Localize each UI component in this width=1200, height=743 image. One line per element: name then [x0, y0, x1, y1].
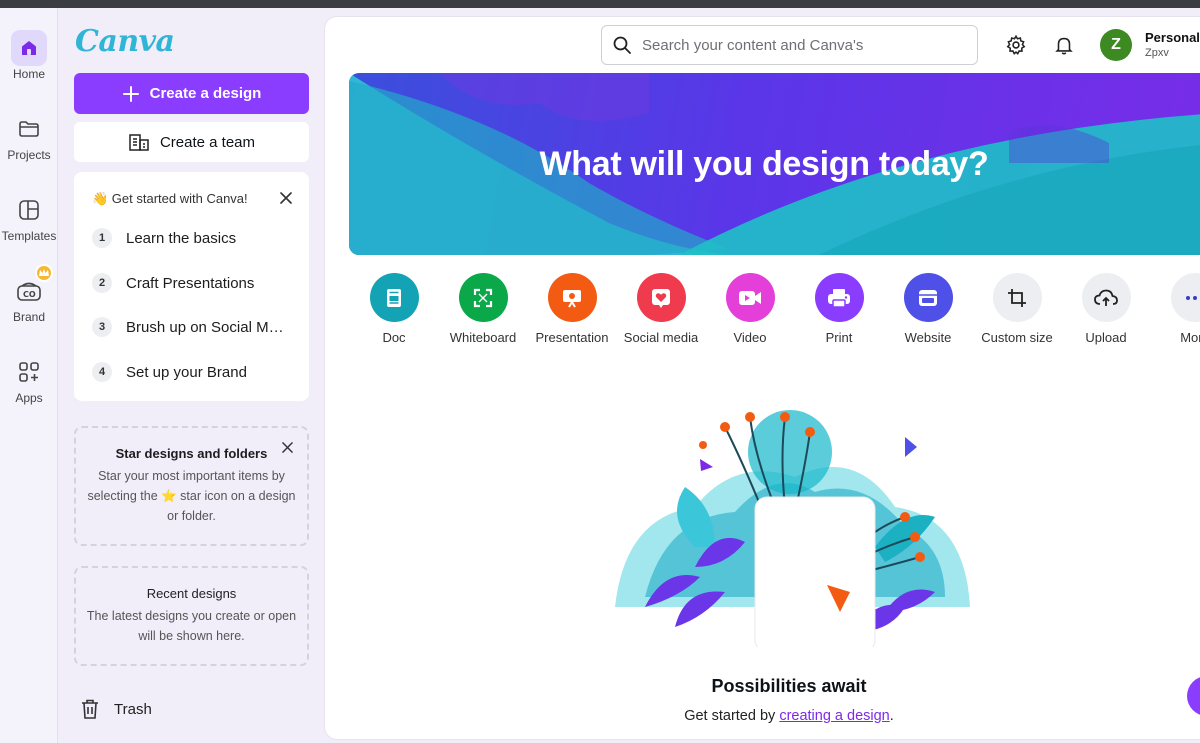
upload-cloud-icon	[1081, 273, 1131, 322]
rail-item-brand[interactable]: CO Brand	[0, 264, 58, 324]
get-started-card: 👋 Get started with Canva! 1 Learn the ba…	[74, 172, 309, 401]
get-started-title: 👋 Get started with Canva!	[92, 191, 248, 206]
rail-item-home[interactable]: Home	[0, 30, 58, 81]
more-icon	[1170, 273, 1200, 322]
empty-state-illustration	[615, 410, 970, 647]
avatar[interactable]: Z	[1100, 29, 1132, 61]
star-card-title: Star designs and folders	[115, 446, 268, 461]
heart-icon	[636, 273, 686, 322]
design-type-label: Presentation	[535, 330, 609, 345]
crown-icon	[35, 264, 53, 282]
account-team-name: Zpxv	[1145, 47, 1169, 59]
step-label: Craft Presentations	[126, 274, 255, 292]
create-design-button[interactable]: Create a design	[74, 73, 309, 114]
crop-icon	[992, 273, 1042, 322]
rail-label-projects: Projects	[7, 148, 51, 162]
rail-item-apps[interactable]: Apps	[0, 354, 58, 405]
close-icon[interactable]	[279, 439, 295, 455]
trash-link[interactable]: Trash	[80, 698, 152, 720]
star-designs-card: Star designs and folders Star your most …	[74, 426, 309, 546]
step-number: 3	[92, 317, 112, 337]
get-started-item[interactable]: 3 Brush up on Social Media	[92, 317, 291, 337]
empty-state-title: Possibilities await	[711, 676, 867, 696]
plus-icon	[122, 85, 139, 102]
design-type-whiteboard[interactable]: Whiteboard	[438, 273, 528, 345]
create-team-button[interactable]: Create a team	[74, 122, 309, 162]
create-design-label: Create a design	[149, 85, 262, 102]
team-building-icon	[129, 134, 149, 151]
rail-label-apps: Apps	[15, 391, 43, 405]
rail-label-home: Home	[12, 67, 45, 81]
sidebar-panel: Canva Create a design Create a team 👋 Ge…	[59, 8, 325, 743]
empty-state-subtitle: Get started by creating a design.	[325, 708, 1200, 724]
search-bar[interactable]	[601, 25, 978, 65]
get-started-item[interactable]: 2 Craft Presentations	[92, 273, 296, 293]
step-label: Brush up on Social Media	[126, 318, 291, 336]
hero-title: What will you design today?	[539, 145, 989, 183]
design-type-print[interactable]: Print	[794, 273, 884, 345]
video-icon	[725, 273, 775, 322]
rail-label-templates: Templates	[1, 229, 57, 243]
design-type-social-media[interactable]: Social media	[616, 273, 706, 345]
design-type-more[interactable]: More	[1150, 273, 1200, 345]
trash-label: Trash	[114, 700, 152, 718]
design-type-label: Social media	[623, 330, 699, 345]
canva-logo[interactable]: Canva	[75, 24, 175, 59]
apps-icon	[11, 354, 47, 390]
create-team-label: Create a team	[159, 133, 256, 151]
design-type-label: Whiteboard	[449, 330, 517, 345]
step-label: Set up your Brand	[126, 363, 247, 381]
main-content: Z Personal Zpxv What will you design tod…	[325, 17, 1200, 739]
step-number: 4	[92, 362, 112, 382]
design-type-label: More	[1180, 330, 1200, 345]
hero-banner: What will you design today?	[349, 73, 1200, 255]
left-rail: Home Projects Templates CO Brand Apps	[0, 8, 58, 743]
get-started-item[interactable]: 1 Learn the basics	[92, 228, 296, 248]
design-type-label: Doc	[382, 330, 406, 345]
design-type-label: Print	[825, 330, 853, 345]
star-card-body: Star your most important items by select…	[87, 469, 296, 523]
get-started-item[interactable]: 4 Set up your Brand	[92, 362, 296, 382]
whiteboard-icon	[458, 273, 508, 322]
gear-icon[interactable]	[1004, 33, 1028, 57]
step-number: 1	[92, 228, 112, 248]
design-type-website[interactable]: Website	[883, 273, 973, 345]
home-icon	[11, 30, 47, 66]
search-icon	[613, 36, 631, 54]
search-input[interactable]	[642, 36, 962, 54]
printer-icon	[814, 273, 864, 322]
design-type-label: Custom size	[981, 330, 1053, 345]
trash-icon	[82, 699, 98, 719]
empty-state-prefix: Get started by	[684, 708, 780, 724]
empty-state-suffix: .	[889, 708, 894, 724]
website-icon	[903, 273, 953, 322]
svg-text:CO: CO	[23, 290, 36, 299]
create-design-link[interactable]: creating a design	[779, 708, 889, 724]
rail-label-brand: Brand	[12, 310, 46, 324]
step-number: 2	[92, 273, 112, 293]
rail-item-projects[interactable]: Projects	[0, 111, 58, 162]
design-type-video[interactable]: Video	[705, 273, 795, 345]
bell-icon[interactable]	[1052, 33, 1076, 57]
design-type-doc[interactable]: Doc	[349, 273, 439, 345]
presentation-icon	[547, 273, 597, 322]
templates-icon	[11, 192, 47, 228]
browser-top-strip	[0, 0, 1200, 8]
rail-item-templates[interactable]: Templates	[0, 192, 58, 243]
close-icon[interactable]	[277, 189, 295, 207]
design-type-label: Upload	[1085, 330, 1127, 345]
step-label: Learn the basics	[126, 229, 237, 247]
doc-icon	[369, 273, 419, 322]
recent-card-title: Recent designs	[146, 586, 237, 601]
design-type-label: Video	[733, 330, 767, 345]
recent-designs-card: Recent designs The latest designs you cr…	[74, 566, 309, 666]
folder-icon	[11, 111, 47, 147]
design-type-custom-size[interactable]: Custom size	[972, 273, 1062, 345]
design-type-label: Website	[904, 330, 952, 345]
account-name[interactable]: Personal	[1145, 30, 1200, 45]
design-type-upload[interactable]: Upload	[1061, 273, 1151, 345]
recent-card-body: The latest designs you create or open wi…	[86, 609, 297, 643]
design-type-presentation[interactable]: Presentation	[527, 273, 617, 345]
